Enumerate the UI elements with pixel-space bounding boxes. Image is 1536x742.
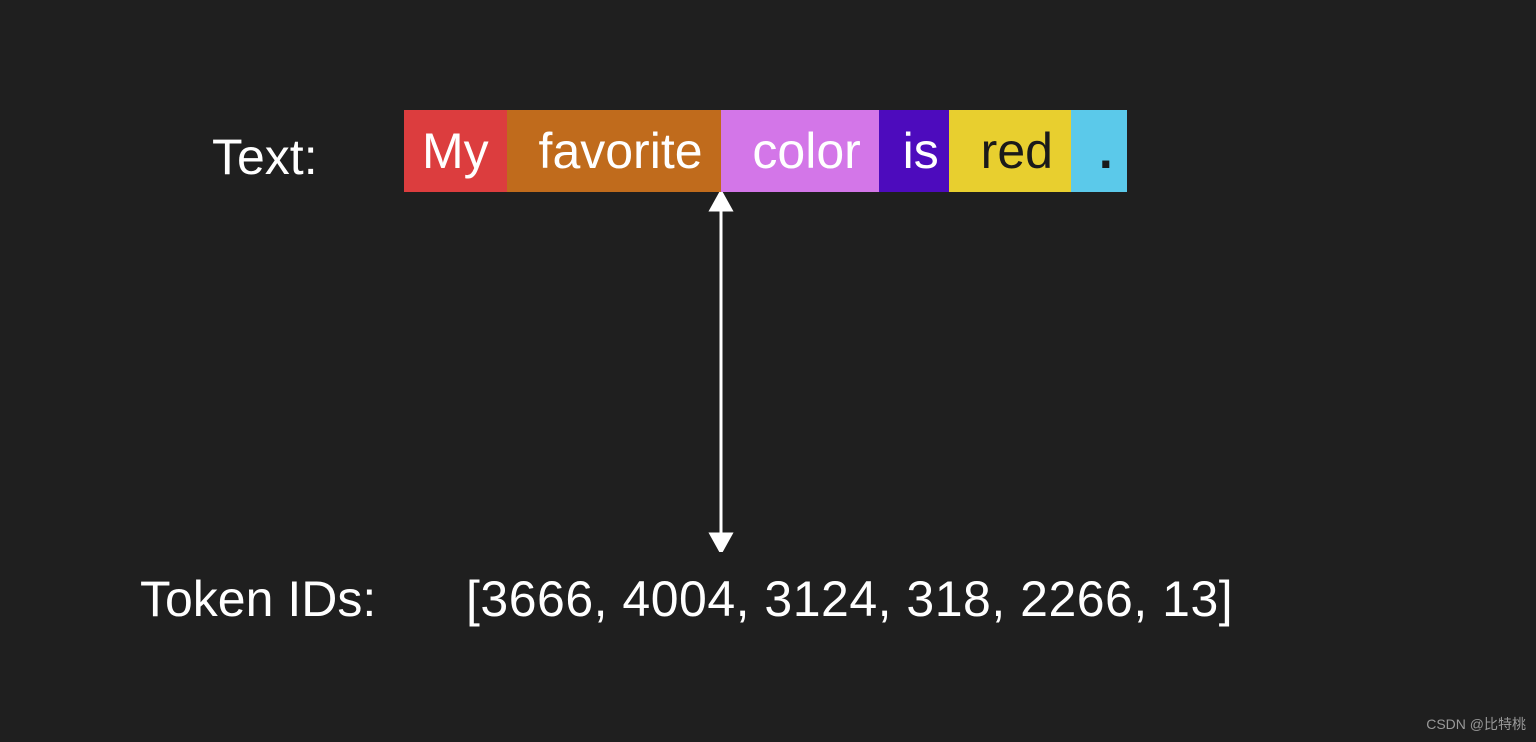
token-my: My xyxy=(404,110,507,192)
tokenids-array: [3666, 4004, 3124, 318, 2266, 13] xyxy=(466,570,1233,628)
arrow-double-headed xyxy=(706,192,736,552)
token-is: is xyxy=(879,110,949,192)
token-favorite: favorite xyxy=(507,110,721,192)
tokenids-label: Token IDs: xyxy=(140,570,376,628)
token-color: color xyxy=(721,110,879,192)
token-period: . xyxy=(1071,110,1127,192)
watermark: CSDN @比特桃 xyxy=(1426,714,1526,734)
text-label: Text: xyxy=(212,128,318,186)
token-red: red xyxy=(949,110,1071,192)
tokens-container: My favorite color is red . xyxy=(404,110,1127,192)
